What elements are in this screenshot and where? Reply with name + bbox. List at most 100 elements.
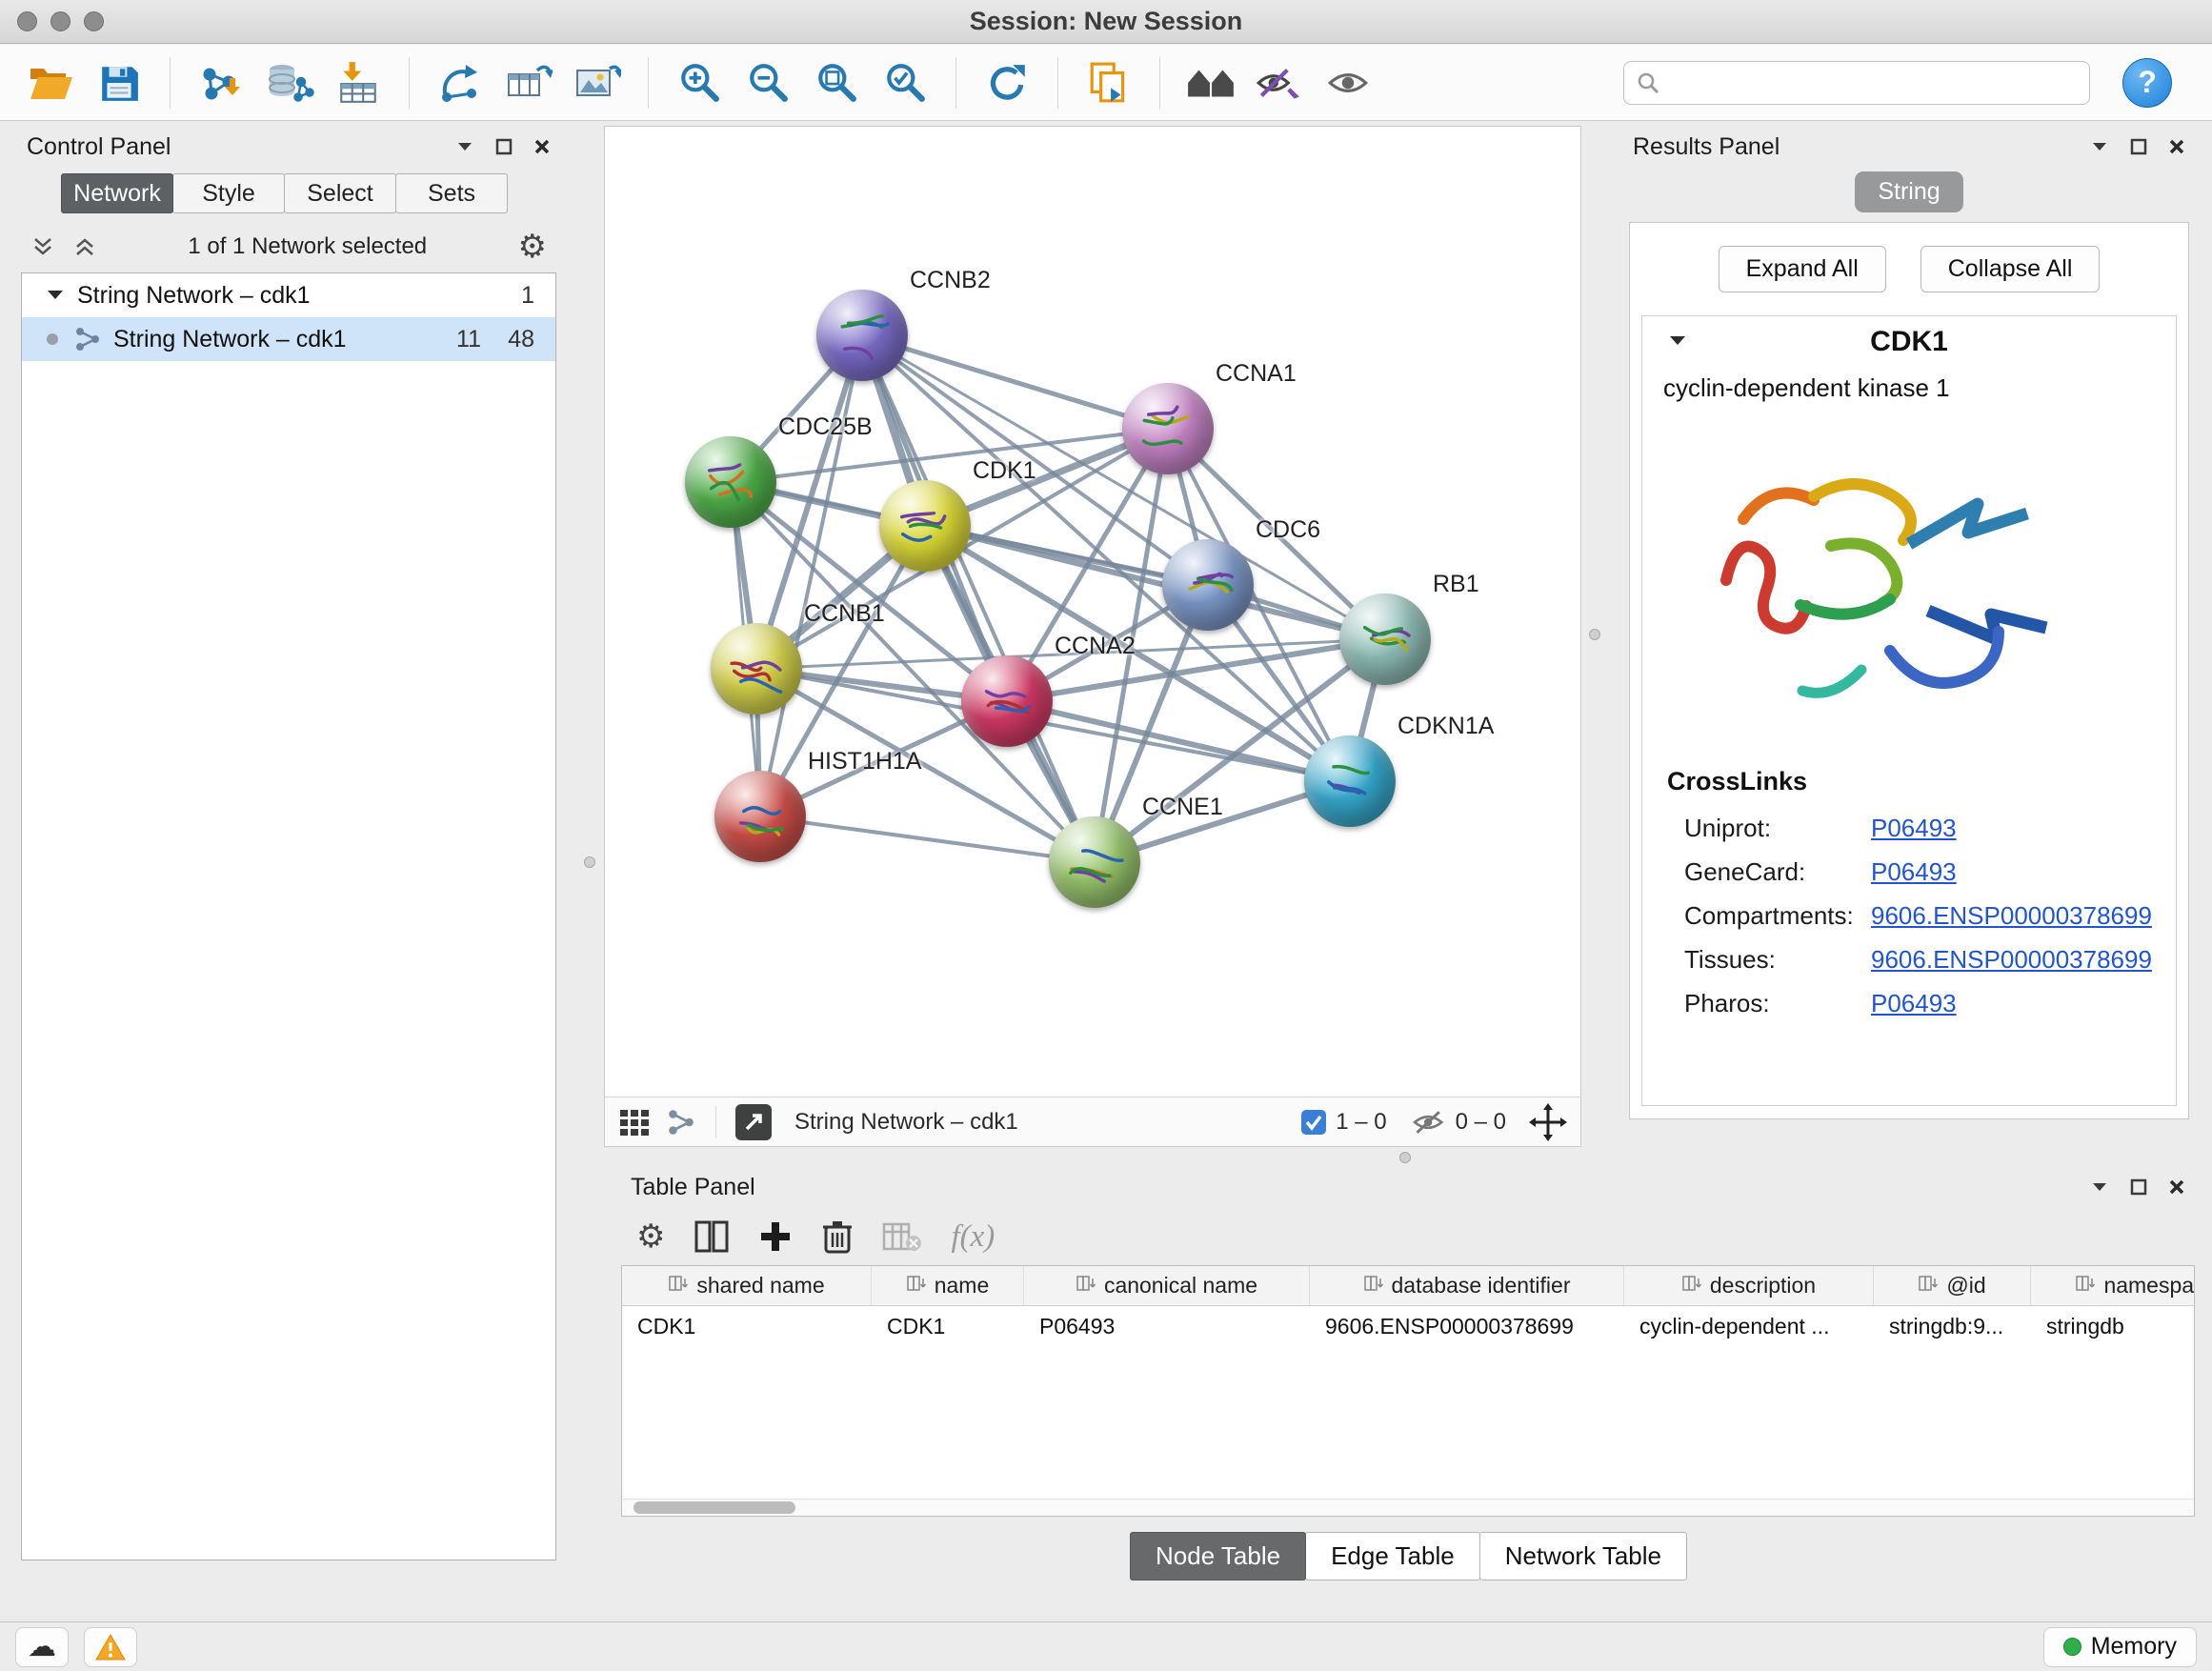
node-CDC6[interactable] [1162, 539, 1254, 631]
save-session-button[interactable] [90, 53, 149, 112]
tab-select[interactable]: Select [284, 173, 396, 213]
crosslink-genecard-link[interactable]: P06493 [1871, 857, 1957, 887]
show-all-button[interactable] [1318, 53, 1377, 112]
zoom-fit-button[interactable] [807, 53, 866, 112]
collapse-all-icon[interactable] [30, 235, 55, 258]
splitter-handle[interactable] [1589, 629, 1600, 640]
tree-options-gear-icon[interactable] [518, 228, 547, 266]
splitter-handle[interactable] [584, 856, 595, 868]
tab-edge-table[interactable]: Edge Table [1305, 1532, 1480, 1580]
hide-selected-button[interactable] [1250, 53, 1309, 112]
panel-close-icon[interactable] [533, 138, 551, 155]
gene-collapse-caret-icon[interactable] [1667, 333, 1688, 353]
import-network-database-button[interactable] [260, 53, 319, 112]
apply-layout-button[interactable] [977, 53, 1036, 112]
network-tree-item[interactable]: String Network – cdk11148 [22, 317, 555, 361]
open-session-button[interactable] [21, 53, 80, 112]
export-view-button[interactable] [735, 1104, 772, 1140]
clone-network-button[interactable] [499, 53, 558, 112]
column-header-@id[interactable]: @id [1874, 1266, 2031, 1305]
panel-menu-icon[interactable] [2090, 140, 2109, 153]
network-tree-item[interactable]: String Network – cdk11 [22, 273, 555, 317]
search-input[interactable] [1668, 70, 2078, 96]
node-CDC25B[interactable] [685, 436, 776, 528]
panel-menu-icon[interactable] [2090, 1180, 2109, 1194]
table-header-row: shared namenamecanonical namedatabase id… [622, 1266, 2194, 1306]
network-canvas[interactable]: CCNB2CCNA1CDC25BCDK1CDC6RB1CCNB1CCNA2CDK… [605, 127, 1580, 1097]
pan-crosshair-icon[interactable] [1529, 1103, 1567, 1141]
function-builder-button[interactable]: f(x) [951, 1219, 995, 1255]
protein-structure-thumbnail [1162, 539, 1254, 631]
table-settings-gear-icon[interactable] [636, 1218, 665, 1256]
export-image-button[interactable] [568, 53, 627, 112]
column-header-canonical-name[interactable]: canonical name [1024, 1266, 1310, 1305]
tab-network-table[interactable]: Network Table [1479, 1532, 1687, 1580]
node-CDK1[interactable] [879, 480, 971, 572]
network-view-title: String Network – cdk1 [794, 1109, 1018, 1136]
column-header-name[interactable]: name [872, 1266, 1024, 1305]
node-CCNB1[interactable] [711, 623, 802, 715]
splitter-handle[interactable] [1399, 1152, 1411, 1163]
sort-column-icon [2075, 1273, 2096, 1299]
zoom-in-button[interactable] [670, 53, 729, 112]
crosslink-row: Tissues:9606.ENSP00000378699 [1642, 937, 2176, 981]
delete-column-button[interactable] [821, 1218, 854, 1255]
zoom-out-button[interactable] [738, 53, 797, 112]
column-header-namespac[interactable]: namespac [2031, 1266, 2195, 1305]
crosslink-pharos-link[interactable]: P06493 [1871, 989, 1957, 1018]
tab-style[interactable]: Style [172, 173, 285, 213]
table-horizontal-scrollbar[interactable] [622, 1499, 2194, 1516]
warnings-button[interactable] [84, 1627, 137, 1667]
column-header-shared-name[interactable]: shared name [622, 1266, 872, 1305]
table-row[interactable]: CDK1CDK1P064939606.ENSP00000378699cyclin… [622, 1306, 2194, 1346]
tab-node-table[interactable]: Node Table [1130, 1532, 1306, 1580]
import-network-file-button[interactable] [191, 53, 251, 112]
panel-menu-icon[interactable] [455, 140, 474, 153]
hidden-eye-slash-icon[interactable] [1410, 1108, 1448, 1137]
help-button[interactable]: ? [2122, 58, 2172, 108]
first-neighbors-button[interactable] [1181, 53, 1240, 112]
node-RB1[interactable] [1339, 594, 1431, 685]
expand-all-icon[interactable] [72, 235, 97, 258]
memory-button[interactable]: Memory [2043, 1627, 2197, 1667]
grid-view-icon[interactable] [618, 1108, 651, 1137]
edge-CCNB2-CCNE1[interactable] [862, 335, 1095, 862]
node-CCNA1[interactable] [1122, 383, 1214, 474]
collapse-all-button[interactable]: Collapse All [1920, 246, 2101, 292]
panel-float-icon[interactable] [2130, 1178, 2147, 1196]
tab-string[interactable]: String [1855, 171, 1962, 212]
tab-network[interactable]: Network [61, 173, 173, 213]
create-column-button[interactable] [758, 1219, 793, 1254]
crosslink-tissues-link[interactable]: 9606.ENSP00000378699 [1871, 945, 2152, 975]
tab-sets[interactable]: Sets [395, 173, 508, 213]
copy-document-button[interactable] [1079, 53, 1138, 112]
network-from-selection-button[interactable] [431, 53, 490, 112]
node-CCNE1[interactable] [1049, 816, 1140, 908]
import-table-button[interactable] [329, 53, 388, 112]
node-label-CDC6: CDC6 [1256, 516, 1320, 544]
node-CDKN1A[interactable] [1304, 735, 1396, 827]
node-HIST1H1A[interactable] [714, 771, 806, 862]
show-columns-button[interactable] [694, 1219, 730, 1254]
panel-close-icon[interactable] [2168, 138, 2185, 155]
node-CCNA2[interactable] [961, 655, 1053, 747]
crosslink-compartments-link[interactable]: 9606.ENSP00000378699 [1871, 901, 2152, 931]
expand-all-button[interactable]: Expand All [1719, 246, 1886, 292]
panel-float-icon[interactable] [2130, 138, 2147, 155]
collection-caret-icon[interactable] [45, 288, 66, 303]
crosslink-uniprot-link[interactable]: P06493 [1871, 814, 1957, 843]
scrollbar-thumb[interactable] [633, 1501, 795, 1514]
column-header-database-identifier[interactable]: database identifier [1310, 1266, 1624, 1305]
protein-structure-thumbnail [879, 480, 971, 572]
crosslink-row: GeneCard:P06493 [1642, 850, 2176, 894]
network-edges-layer [605, 127, 1580, 1097]
selected-checkbox-icon[interactable] [1299, 1108, 1328, 1137]
cloud-status-button[interactable] [15, 1627, 69, 1667]
edge-CCNE1-HIST1H1A[interactable] [760, 816, 1095, 862]
panel-close-icon[interactable] [2168, 1178, 2185, 1196]
panel-float-icon[interactable] [495, 138, 513, 155]
zoom-selected-button[interactable] [875, 53, 935, 112]
birdseye-view-icon[interactable] [666, 1107, 696, 1137]
column-header-description[interactable]: description [1624, 1266, 1874, 1305]
node-CCNB2[interactable] [816, 290, 908, 381]
